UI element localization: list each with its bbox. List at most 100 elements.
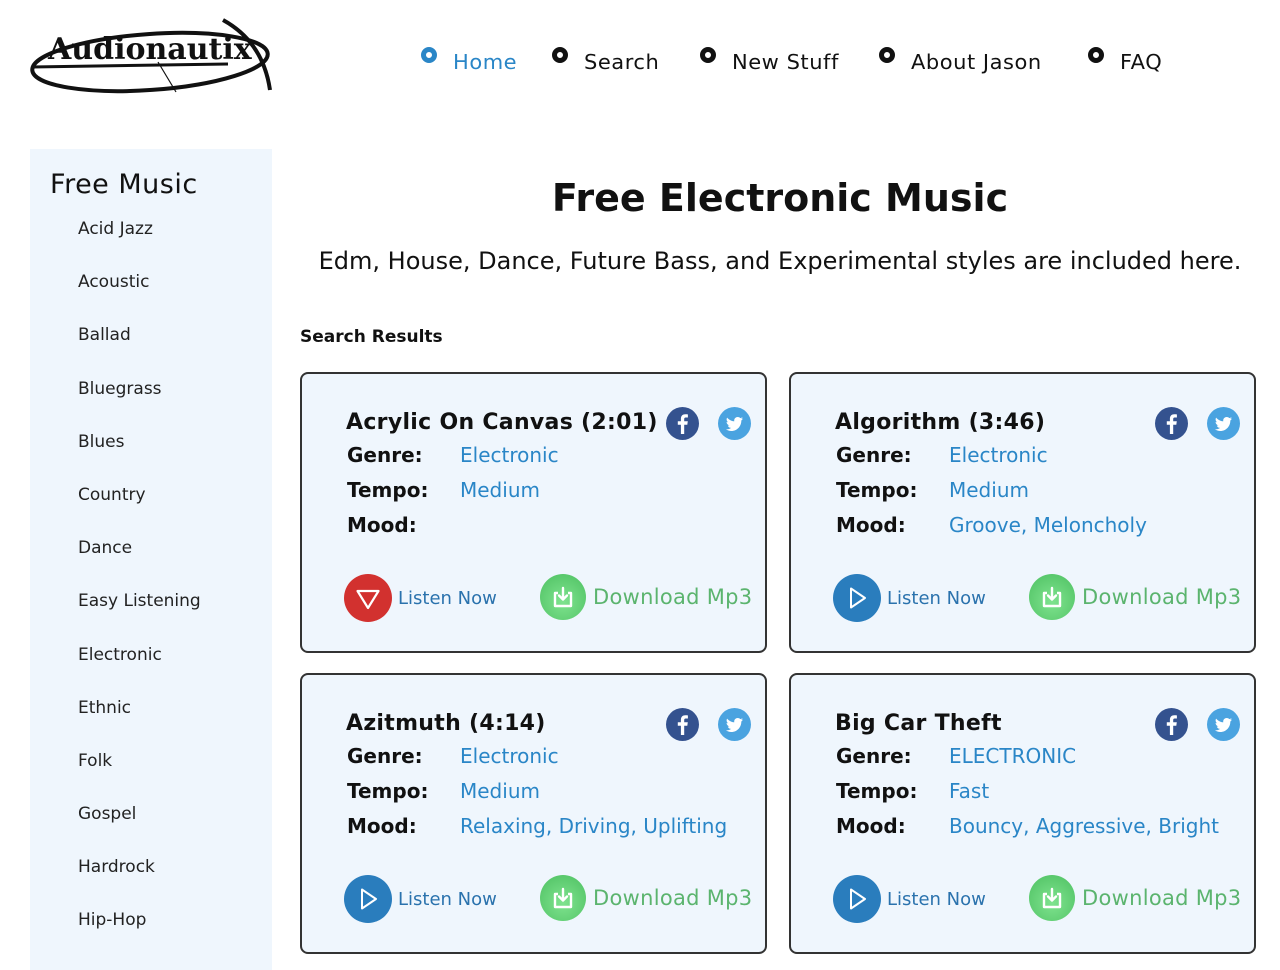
play-icon bbox=[833, 875, 881, 923]
genre-label: Genre: bbox=[836, 744, 912, 768]
listen-now-button[interactable]: Listen Now bbox=[344, 574, 497, 622]
download-mp3-button[interactable]: Download Mp3 bbox=[540, 574, 752, 620]
tempo-row: Tempo: Medium bbox=[836, 478, 1029, 502]
song-card: Acrylic On Canvas (2:01) Genre: Electron… bbox=[300, 372, 767, 653]
nav-bullet-icon bbox=[552, 47, 568, 63]
sidebar-item-acoustic[interactable]: Acoustic bbox=[78, 272, 201, 325]
mood-row: Mood: Groove, Meloncholy bbox=[836, 513, 1147, 537]
nav-bullet-icon bbox=[700, 47, 716, 63]
nav-faq-label: FAQ bbox=[1120, 50, 1163, 74]
genre-row: Genre: ELECTRONIC bbox=[836, 744, 1076, 768]
sidebar-item-hardrock[interactable]: Hardrock bbox=[78, 857, 201, 910]
download-mp3-button[interactable]: Download Mp3 bbox=[540, 875, 752, 921]
download-mp3-label: Download Mp3 bbox=[593, 585, 753, 609]
listen-now-button[interactable]: Listen Now bbox=[833, 875, 986, 923]
genre-row: Genre: Electronic bbox=[347, 443, 559, 467]
sidebar: Free Music Acid Jazz Acoustic Ballad Blu… bbox=[30, 149, 272, 970]
twitter-share-icon[interactable] bbox=[1207, 708, 1240, 741]
genre-label: Genre: bbox=[347, 744, 423, 768]
mood-label: Mood: bbox=[836, 513, 906, 537]
genre-label: Genre: bbox=[347, 443, 423, 467]
facebook-share-icon[interactable] bbox=[666, 708, 699, 741]
download-mp3-label: Download Mp3 bbox=[1082, 585, 1242, 609]
sidebar-title: Free Music bbox=[50, 169, 198, 200]
download-icon bbox=[540, 574, 586, 620]
nav-bullet-icon bbox=[879, 47, 895, 63]
facebook-share-icon[interactable] bbox=[666, 407, 699, 440]
twitter-share-icon[interactable] bbox=[718, 708, 751, 741]
nav-new-stuff[interactable]: New Stuff bbox=[700, 44, 838, 74]
sidebar-item-bluegrass[interactable]: Bluegrass bbox=[78, 379, 201, 432]
download-icon bbox=[540, 875, 586, 921]
genre-value[interactable]: Electronic bbox=[460, 744, 559, 768]
tempo-value[interactable]: Medium bbox=[460, 478, 540, 502]
download-icon bbox=[1029, 574, 1075, 620]
tempo-label: Tempo: bbox=[836, 478, 918, 502]
tempo-row: Tempo: Medium bbox=[347, 779, 540, 803]
genre-row: Genre: Electronic bbox=[836, 443, 1048, 467]
nav-about-jason[interactable]: About Jason bbox=[879, 44, 1041, 74]
mood-value[interactable]: Groove, Meloncholy bbox=[949, 513, 1147, 537]
tempo-row: Tempo: Medium bbox=[347, 478, 540, 502]
sidebar-item-dance[interactable]: Dance bbox=[78, 538, 201, 591]
tempo-label: Tempo: bbox=[347, 478, 429, 502]
download-mp3-button[interactable]: Download Mp3 bbox=[1029, 574, 1241, 620]
listen-now-button[interactable]: Listen Now bbox=[833, 574, 986, 622]
mood-label: Mood: bbox=[836, 814, 906, 838]
sidebar-item-electronic[interactable]: Electronic bbox=[78, 645, 201, 698]
song-card: Algorithm (3:46) Genre: Electronic Tempo… bbox=[789, 372, 1256, 653]
sidebar-item-blues[interactable]: Blues bbox=[78, 432, 201, 485]
tempo-value[interactable]: Medium bbox=[949, 478, 1029, 502]
mood-row: Mood: Relaxing, Driving, Uplifting bbox=[347, 814, 727, 838]
search-results-heading: Search Results bbox=[300, 327, 443, 347]
genre-value[interactable]: Electronic bbox=[949, 443, 1048, 467]
nav-bullet-icon bbox=[421, 47, 437, 63]
nav-home-label: Home bbox=[453, 50, 518, 74]
sidebar-item-hip-hop[interactable]: Hip-Hop bbox=[78, 910, 201, 963]
download-icon bbox=[1029, 875, 1075, 921]
sidebar-item-ethnic[interactable]: Ethnic bbox=[78, 698, 201, 751]
nav-about-jason-label: About Jason bbox=[911, 50, 1042, 74]
mood-value[interactable]: Relaxing, Driving, Uplifting bbox=[460, 814, 727, 838]
page-subtitle: Edm, House, Dance, Future Bass, and Expe… bbox=[318, 247, 1242, 275]
genre-value[interactable]: Electronic bbox=[460, 443, 559, 467]
nav-search-label: Search bbox=[584, 50, 660, 74]
genre-label: Genre: bbox=[836, 443, 912, 467]
facebook-share-icon[interactable] bbox=[1155, 407, 1188, 440]
nav-search[interactable]: Search bbox=[552, 44, 660, 74]
tempo-row: Tempo: Fast bbox=[836, 779, 989, 803]
tempo-value[interactable]: Medium bbox=[460, 779, 540, 803]
mood-row: Mood: Bouncy, Aggressive, Bright bbox=[836, 814, 1219, 838]
song-card: Big Car Theft Genre: ELECTRONIC Tempo: F… bbox=[789, 673, 1256, 954]
song-title[interactable]: Azitmuth (4:14) bbox=[346, 711, 546, 736]
song-title[interactable]: Acrylic On Canvas (2:01) bbox=[346, 410, 658, 435]
mood-label: Mood: bbox=[347, 814, 417, 838]
tempo-label: Tempo: bbox=[347, 779, 429, 803]
sidebar-item-gospel[interactable]: Gospel bbox=[78, 804, 201, 857]
main-nav: Home Search New Stuff About Jason FAQ bbox=[0, 44, 1280, 84]
download-mp3-label: Download Mp3 bbox=[593, 886, 753, 910]
download-mp3-button[interactable]: Download Mp3 bbox=[1029, 875, 1241, 921]
sidebar-item-easy-listening[interactable]: Easy Listening bbox=[78, 591, 201, 644]
sidebar-item-folk[interactable]: Folk bbox=[78, 751, 201, 804]
genre-value[interactable]: ELECTRONIC bbox=[949, 744, 1076, 768]
nav-faq[interactable]: FAQ bbox=[1088, 44, 1163, 74]
download-mp3-label: Download Mp3 bbox=[1082, 886, 1242, 910]
page-title: Free Electronic Music bbox=[551, 176, 1009, 220]
nav-home[interactable]: Home bbox=[421, 44, 518, 74]
genre-row: Genre: Electronic bbox=[347, 744, 559, 768]
song-title[interactable]: Algorithm (3:46) bbox=[835, 410, 1045, 435]
tempo-value[interactable]: Fast bbox=[949, 779, 989, 803]
mood-label: Mood: bbox=[347, 513, 417, 537]
sidebar-item-acid-jazz[interactable]: Acid Jazz bbox=[78, 219, 201, 272]
listen-now-button[interactable]: Listen Now bbox=[344, 875, 497, 923]
song-title[interactable]: Big Car Theft bbox=[835, 711, 1002, 736]
sidebar-item-country[interactable]: Country bbox=[78, 485, 201, 538]
mood-value[interactable]: Bouncy, Aggressive, Bright bbox=[949, 814, 1219, 838]
sidebar-item-ballad[interactable]: Ballad bbox=[78, 325, 201, 378]
genre-list: Acid Jazz Acoustic Ballad Bluegrass Blue… bbox=[78, 219, 201, 964]
twitter-share-icon[interactable] bbox=[1207, 407, 1240, 440]
twitter-share-icon[interactable] bbox=[718, 407, 751, 440]
facebook-share-icon[interactable] bbox=[1155, 708, 1188, 741]
stop-icon bbox=[344, 574, 392, 622]
